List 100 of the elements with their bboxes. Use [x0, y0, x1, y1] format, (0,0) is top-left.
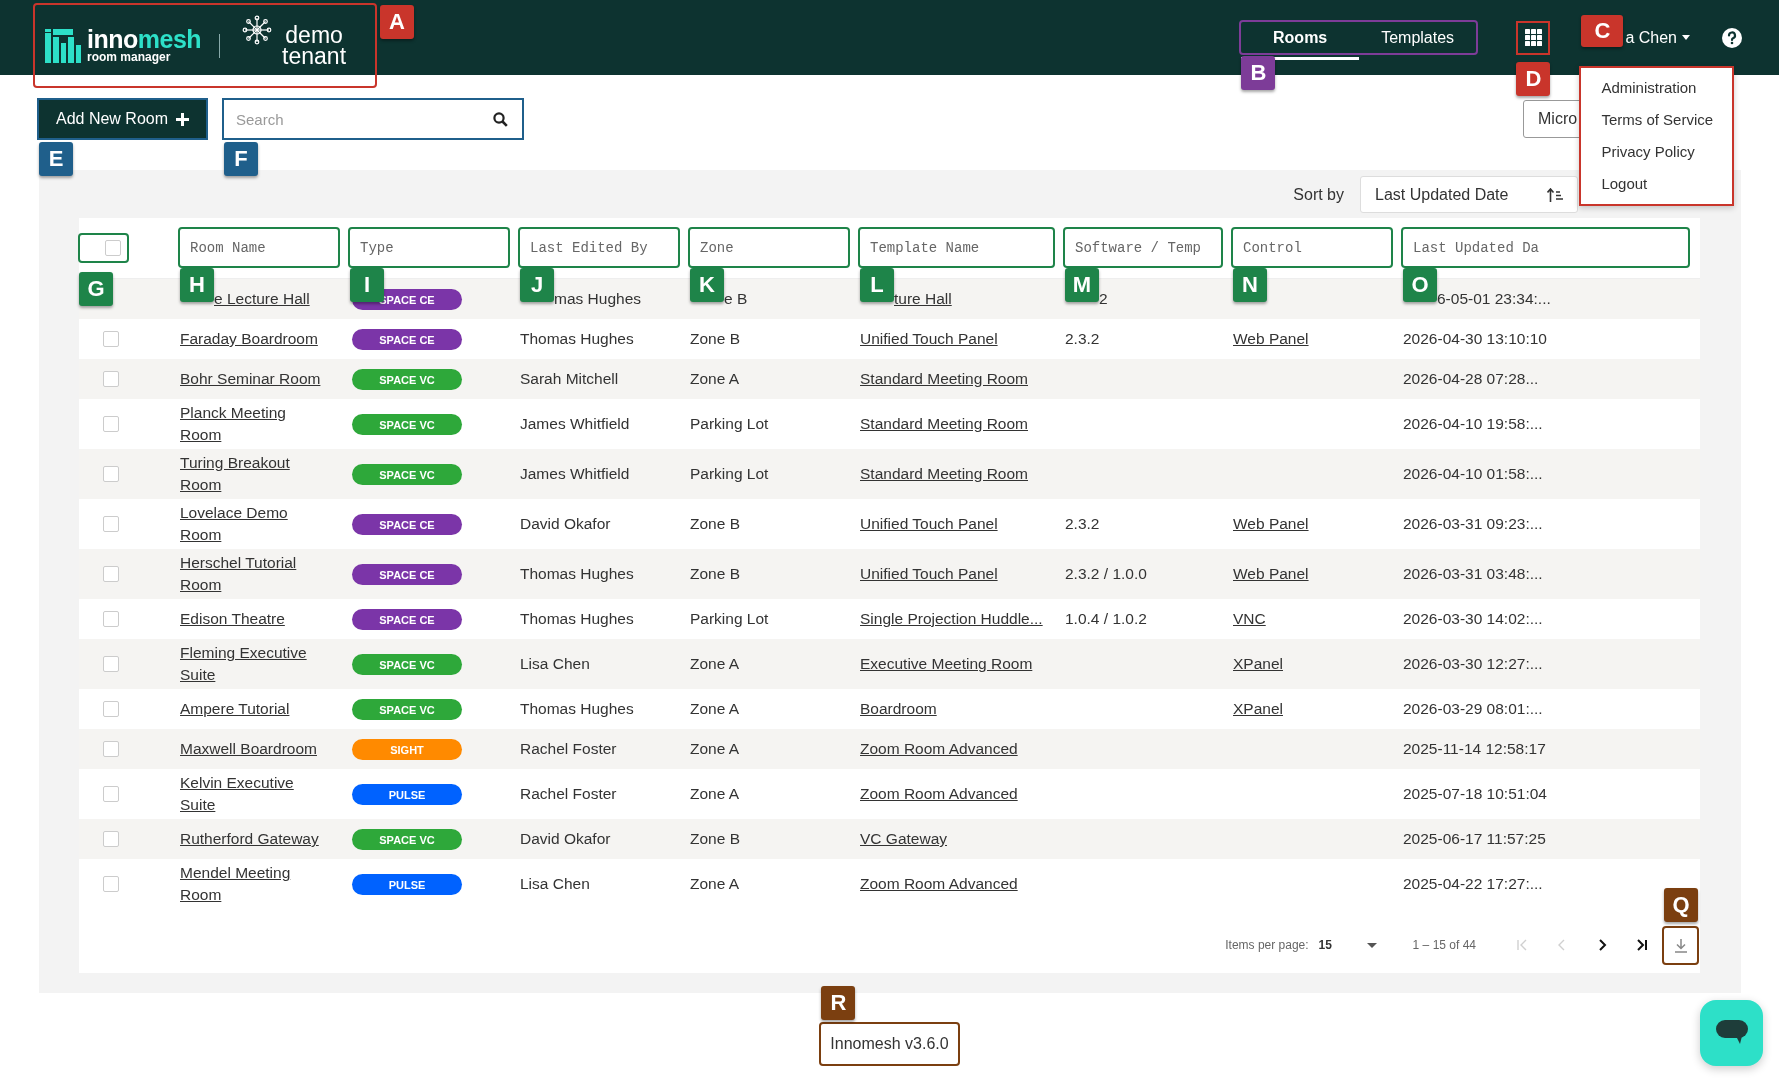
checkbox[interactable]	[103, 516, 119, 532]
apps-button[interactable]	[1518, 22, 1549, 53]
room-link[interactable]: Lovelace Demo Room	[180, 502, 327, 546]
room-link[interactable]: Mendel Meeting Room	[180, 862, 327, 906]
template-link[interactable]: Standard Meeting Room	[860, 465, 1028, 482]
user-menu-button[interactable]: a Chen	[1625, 28, 1690, 47]
version-text: 2.3.2	[1065, 330, 1100, 347]
control-link[interactable]: Web Panel	[1233, 565, 1309, 582]
timestamp: 2025-04-22 17:27:...	[1403, 875, 1543, 892]
control-link[interactable]: Web Panel	[1233, 515, 1309, 532]
template-link[interactable]: ture Hall	[894, 290, 952, 307]
checkbox[interactable]	[103, 741, 119, 757]
template-link[interactable]: Unified Touch Panel	[860, 515, 998, 532]
column-header[interactable]: Last Edited By	[520, 229, 678, 266]
template-link[interactable]: Unified Touch Panel	[860, 565, 998, 582]
type-badge: SPACE CE	[352, 514, 462, 536]
zone-name: Zone A	[690, 875, 740, 892]
editor-name: mas Hughes	[554, 290, 641, 307]
annotation-badge: N	[1233, 268, 1267, 302]
search-icon[interactable]	[493, 111, 508, 127]
zone-name: Parking Lot	[690, 610, 769, 627]
sort-select[interactable]: Last Updated Date	[1360, 176, 1578, 213]
template-link[interactable]: Zoom Room Advanced	[860, 785, 1018, 802]
checkbox[interactable]	[103, 656, 119, 672]
timestamp: 2026-04-10 19:58:...	[1403, 415, 1543, 432]
editor-name: Thomas Hughes	[520, 565, 634, 582]
checkbox[interactable]	[103, 831, 119, 847]
column-header[interactable]: Software / Temp	[1065, 229, 1221, 266]
page-range: 1 – 15 of 44	[1412, 938, 1476, 952]
room-link[interactable]: Turing Breakout Room	[180, 452, 327, 496]
control-link[interactable]: XPanel	[1233, 655, 1283, 672]
room-link[interactable]: Fleming Executive Suite	[180, 642, 327, 686]
template-link[interactable]: Standard Meeting Room	[860, 370, 1028, 387]
zone-name: e B	[724, 290, 748, 307]
tenant-name: demo tenant	[281, 24, 348, 67]
column-header[interactable]: Zone	[690, 229, 848, 266]
room-link[interactable]: Edison Theatre	[180, 608, 285, 630]
logo-icon	[45, 28, 81, 63]
control-link[interactable]: VNC	[1233, 610, 1266, 627]
chat-button[interactable]	[1700, 1000, 1763, 1066]
template-link[interactable]: Standard Meeting Room	[860, 415, 1028, 432]
checkbox[interactable]	[103, 786, 119, 802]
search-field[interactable]: Search	[234, 109, 493, 129]
room-link[interactable]: Bohr Seminar Room	[180, 368, 321, 390]
checkbox[interactable]	[103, 701, 119, 717]
nav-tab[interactable]: Templates	[1358, 22, 1477, 53]
timestamp: 2026-04-30 13:10:10	[1403, 330, 1547, 347]
control-link[interactable]: XPanel	[1233, 700, 1283, 717]
checkbox[interactable]	[103, 416, 119, 432]
column-header[interactable]: Last Updated Da	[1403, 229, 1688, 266]
checkbox[interactable]	[103, 371, 119, 387]
page-size-select[interactable]: 15	[1318, 938, 1377, 952]
template-link[interactable]: Single Projection Huddle...	[860, 610, 1043, 627]
control-link[interactable]: Web Panel	[1233, 330, 1309, 347]
template-link[interactable]: VC Gateway	[860, 830, 947, 847]
type-badge: SIGHT	[352, 739, 462, 761]
help-icon[interactable]	[1722, 27, 1742, 48]
checkbox[interactable]	[103, 611, 119, 627]
menu-item[interactable]: Privacy Policy	[1581, 135, 1733, 168]
items-per-page-label: Items per page:	[1225, 938, 1309, 952]
room-link[interactable]: Planck Meeting Room	[180, 402, 327, 446]
annotation-badge: A	[380, 5, 414, 39]
type-badge: SPACE CE	[352, 564, 462, 586]
type-badge: PULSE	[352, 784, 462, 806]
editor-name: James Whitfield	[520, 465, 630, 482]
template-link[interactable]: Zoom Room Advanced	[860, 740, 1018, 757]
column-header[interactable]: Type	[350, 229, 508, 266]
checkbox[interactable]	[103, 331, 119, 347]
type-badge: SPACE VC	[352, 654, 462, 676]
room-link[interactable]: Faraday Boardroom	[180, 328, 318, 350]
menu-item[interactable]: Logout	[1581, 167, 1733, 200]
room-link[interactable]: Maxwell Boardroom	[180, 738, 317, 760]
room-link[interactable]: Kelvin Executive Suite	[180, 772, 327, 816]
column-header[interactable]: Template Name	[860, 229, 1053, 266]
annotation-badge: K	[690, 268, 724, 302]
download-button[interactable]	[1664, 927, 1697, 963]
template-link[interactable]: Zoom Room Advanced	[860, 875, 1018, 892]
add-room-button[interactable]: Add New Room	[39, 100, 206, 138]
caret-icon	[1682, 35, 1690, 40]
annotation-badge: R	[821, 986, 856, 1020]
type-badge: SPACE CE	[352, 329, 462, 351]
room-link[interactable]: e Lecture Hall	[214, 288, 310, 310]
room-link[interactable]: Rutherford Gateway	[180, 828, 319, 850]
template-link[interactable]: Unified Touch Panel	[860, 330, 998, 347]
column-header[interactable]: Control	[1233, 229, 1391, 266]
checkbox[interactable]	[103, 566, 119, 582]
checkbox[interactable]	[103, 876, 119, 892]
type-badge: PULSE	[352, 874, 462, 896]
room-link[interactable]: Herschel Tutorial Room	[180, 552, 327, 596]
checkbox[interactable]	[103, 466, 119, 482]
template-link[interactable]: Boardroom	[860, 700, 937, 717]
room-link[interactable]: Ampere Tutorial	[180, 698, 290, 720]
type-badge: SPACE VC	[352, 464, 462, 486]
zone-name: Zone B	[690, 515, 740, 532]
checkbox[interactable]	[105, 239, 121, 256]
timestamp: 2026-03-30 12:27:...	[1403, 655, 1543, 672]
editor-name: David Okafor	[520, 830, 611, 847]
timestamp: 2026-03-29 08:01:...	[1403, 700, 1543, 717]
template-link[interactable]: Executive Meeting Room	[860, 655, 1033, 672]
column-header[interactable]: Room Name	[180, 229, 338, 266]
